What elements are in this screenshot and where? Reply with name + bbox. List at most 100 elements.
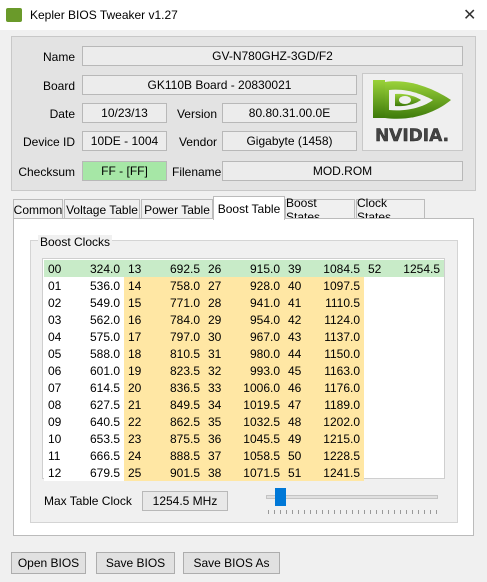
tab-boost-table[interactable]: Boost Table: [213, 196, 285, 220]
boost-index-cell: 07: [44, 379, 70, 396]
boost-clock-cell[interactable]: 588.0: [70, 345, 124, 362]
save-bios-as-button[interactable]: Save BIOS As: [183, 552, 280, 574]
boost-clock-cell[interactable]: 324.0: [70, 260, 124, 277]
boost-clock-cell[interactable]: 653.5: [70, 430, 124, 447]
boost-clock-cell[interactable]: 614.5: [70, 379, 124, 396]
window-title: Kepler BIOS Tweaker v1.27: [30, 8, 178, 22]
boost-clock-cell[interactable]: 915.0: [230, 260, 284, 277]
boost-index-cell: 20: [124, 379, 150, 396]
boost-clocks-label: Boost Clocks: [38, 235, 113, 249]
boost-clock-cell[interactable]: 797.0: [150, 328, 204, 345]
tab-boost-states[interactable]: Boost States: [285, 196, 355, 224]
open-bios-button[interactable]: Open BIOS: [11, 552, 86, 574]
date-field[interactable]: 10/23/13: [82, 103, 167, 123]
boost-clock-cell[interactable]: 1045.5: [230, 430, 284, 447]
boost-index-cell: 42: [284, 311, 310, 328]
boost-clock-cell[interactable]: 758.0: [150, 277, 204, 294]
boost-index-cell: 05: [44, 345, 70, 362]
boost-clock-cell[interactable]: 666.5: [70, 447, 124, 464]
boost-clock-cell[interactable]: 1176.0: [310, 379, 364, 396]
tab-clock-states[interactable]: Clock States: [356, 196, 425, 224]
boost-clock-cell[interactable]: 875.5: [150, 430, 204, 447]
boost-clock-cell[interactable]: 862.5: [150, 413, 204, 430]
boost-clock-cell[interactable]: 1006.0: [230, 379, 284, 396]
boost-clock-cell[interactable]: 888.5: [150, 447, 204, 464]
nvidia-eye-icon: NVIDIA.: [373, 80, 451, 146]
boost-index-cell: 36: [204, 430, 230, 447]
boost-clock-cell[interactable]: 1163.0: [310, 362, 364, 379]
filename-field[interactable]: MOD.ROM: [222, 161, 463, 181]
boost-index-cell: 37: [204, 447, 230, 464]
boost-clock-cell[interactable]: 1110.5: [310, 294, 364, 311]
boost-clock-cell[interactable]: 1071.5: [230, 464, 284, 481]
vendor-field[interactable]: Gigabyte (1458): [222, 131, 357, 151]
device-id-field[interactable]: 10DE - 1004: [82, 131, 167, 151]
slider-thumb[interactable]: [275, 488, 286, 506]
tab-power-table[interactable]: Power Table: [141, 199, 213, 219]
save-bios-button[interactable]: Save BIOS: [96, 552, 175, 574]
close-icon[interactable]: ✕: [463, 5, 476, 24]
boost-clock-cell[interactable]: 601.0: [70, 362, 124, 379]
board-field[interactable]: GK110B Board - 20830021: [82, 75, 357, 95]
boost-clock-cell[interactable]: 901.5: [150, 464, 204, 481]
boost-clock-cell[interactable]: 536.0: [70, 277, 124, 294]
boost-index-cell: 52: [364, 260, 390, 277]
boost-index-cell: 45: [284, 362, 310, 379]
boost-clock-cell[interactable]: 1215.0: [310, 430, 364, 447]
tab-common[interactable]: Common: [13, 199, 63, 219]
boost-index-cell: 13: [124, 260, 150, 277]
boost-clock-cell[interactable]: 627.5: [70, 396, 124, 413]
boost-clock-cell[interactable]: 1084.5: [310, 260, 364, 277]
version-field[interactable]: 80.80.31.00.0E: [222, 103, 357, 123]
boost-clock-cell[interactable]: 810.5: [150, 345, 204, 362]
checksum-field[interactable]: FF - [FF]: [82, 161, 167, 181]
boost-clock-cell[interactable]: 1137.0: [310, 328, 364, 345]
version-label: Version: [176, 107, 217, 121]
boost-index-cell: 22: [124, 413, 150, 430]
boost-clock-cell[interactable]: 1202.0: [310, 413, 364, 430]
boost-index-cell: 38: [204, 464, 230, 481]
boost-clock-cell[interactable]: 1124.0: [310, 311, 364, 328]
boost-clock-cell[interactable]: 1254.5: [390, 260, 444, 277]
boost-clock-cell[interactable]: 692.5: [150, 260, 204, 277]
boost-index-cell: 18: [124, 345, 150, 362]
boost-clock-cell[interactable]: 967.0: [230, 328, 284, 345]
boost-index-cell: 41: [284, 294, 310, 311]
boost-clock-cell[interactable]: 836.5: [150, 379, 204, 396]
boost-clock-cell[interactable]: 1097.5: [310, 277, 364, 294]
boost-clock-grid[interactable]: 00 324.0 13 692.5 26 915.0 39 1084.5 52 1254.5 01 5…: [42, 258, 445, 481]
name-field[interactable]: GV-N780GHZ-3GD/F2: [82, 46, 463, 66]
boost-index-cell: 27: [204, 277, 230, 294]
boost-clock-cell[interactable]: 784.0: [150, 311, 204, 328]
boost-clock-cell[interactable]: 823.5: [150, 362, 204, 379]
boost-clock-cell[interactable]: 1189.0: [310, 396, 364, 413]
boost-index-cell: 12: [44, 464, 70, 481]
boost-clock-cell[interactable]: 980.0: [230, 345, 284, 362]
boost-clock-cell[interactable]: 954.0: [230, 311, 284, 328]
boost-clock-cell[interactable]: 993.0: [230, 362, 284, 379]
boost-clock-cell[interactable]: 549.0: [70, 294, 124, 311]
max-table-clock-slider[interactable]: [266, 495, 438, 499]
name-label: Name: [42, 50, 75, 64]
boost-clock-cell[interactable]: 928.0: [230, 277, 284, 294]
checksum-label: Checksum: [18, 165, 75, 179]
boost-clock-cell[interactable]: 575.0: [70, 328, 124, 345]
boost-clock-cell[interactable]: 640.5: [70, 413, 124, 430]
max-table-clock-field[interactable]: 1254.5 MHz: [142, 491, 228, 511]
boost-clock-cell[interactable]: 1228.5: [310, 447, 364, 464]
boost-clock-cell[interactable]: 1032.5: [230, 413, 284, 430]
boost-clock-cell[interactable]: 849.5: [150, 396, 204, 413]
boost-index-cell: 32: [204, 362, 230, 379]
boost-clock-cell[interactable]: 562.0: [70, 311, 124, 328]
boost-clock-cell[interactable]: 1150.0: [310, 345, 364, 362]
boost-clock-cell[interactable]: 1058.5: [230, 447, 284, 464]
boost-clock-cell[interactable]: 941.0: [230, 294, 284, 311]
boost-clock-cell[interactable]: 1241.5: [310, 464, 364, 481]
boost-index-cell: 03: [44, 311, 70, 328]
boost-index-cell: 30: [204, 328, 230, 345]
boost-clock-cell[interactable]: 679.5: [70, 464, 124, 481]
boost-index-cell: 28: [204, 294, 230, 311]
boost-clock-cell[interactable]: 1019.5: [230, 396, 284, 413]
tab-voltage-table[interactable]: Voltage Table: [64, 199, 140, 219]
boost-clock-cell[interactable]: 771.0: [150, 294, 204, 311]
